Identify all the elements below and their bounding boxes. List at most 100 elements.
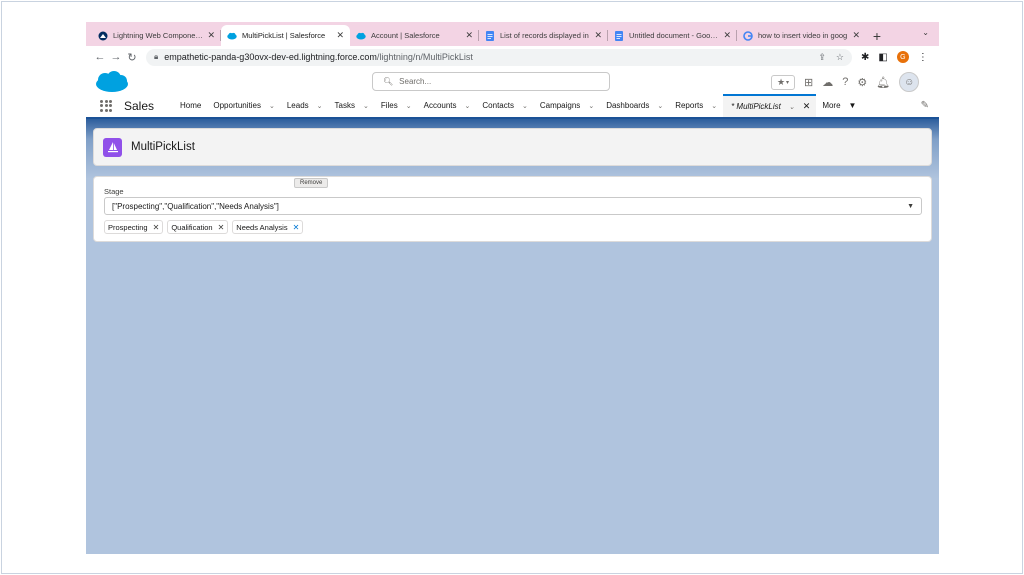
nav-item-reports[interactable]: Reports ⌄ — [669, 94, 723, 117]
browser-tab[interactable]: how to insert video in goog ✕ — [737, 25, 866, 46]
remove-pill-icon[interactable]: ✕ — [153, 223, 160, 232]
caret-down-icon: ▼ — [848, 101, 857, 110]
side-panel-icon[interactable]: ◧ — [878, 52, 887, 63]
remove-pill-icon[interactable]: ✕ — [218, 223, 225, 232]
stage-label: Stage — [104, 187, 124, 196]
salesforce-logo[interactable] — [94, 71, 130, 93]
global-actions-plus-icon[interactable]: ⊞ — [804, 76, 813, 89]
docs-icon — [614, 30, 624, 41]
pill-label: Needs Analysis — [236, 222, 288, 232]
back-arrow-icon[interactable]: ← — [92, 51, 108, 63]
notifications-bell-icon[interactable]: 🔔︎ — [876, 76, 890, 89]
chevron-down-icon[interactable]: ⌄ — [269, 102, 275, 110]
tab-close-icon[interactable]: ✕ — [336, 30, 344, 41]
salesforce-cloud-icon — [356, 31, 366, 41]
page-header: MultiPickList — [93, 128, 932, 166]
chevron-down-icon[interactable]: ⌄ — [522, 102, 528, 110]
browser-window: Lightning Web Components ✕ MultiPickList… — [86, 22, 939, 554]
nav-item-opportunities[interactable]: Opportunities ⌄ — [207, 94, 280, 117]
browser-tab[interactable]: Lightning Web Components ✕ — [92, 25, 221, 46]
combobox-value: ["Prospecting","Qualification","Needs An… — [112, 201, 279, 211]
pill: Qualification ✕ — [167, 220, 229, 234]
lock-icon: 🔒︎ — [154, 52, 159, 61]
reload-icon[interactable]: ↻ — [124, 51, 140, 64]
app-name: Sales — [124, 98, 155, 113]
browser-tab[interactable]: Account | Salesforce ✕ — [350, 25, 479, 46]
chevron-down-icon[interactable]: ⌄ — [657, 102, 663, 110]
app-launcher-icon[interactable] — [100, 99, 112, 112]
tab-title: how to insert video in goog — [758, 31, 848, 40]
pill: Needs Analysis ✕ — [232, 220, 304, 234]
nav-item-campaigns[interactable]: Campaigns ⌄ — [534, 94, 600, 117]
global-search-input[interactable]: 🔍︎ Search... — [372, 72, 610, 91]
sailboat-icon — [103, 137, 122, 157]
user-avatar[interactable]: ☺ — [899, 72, 920, 92]
pill-label: Prospecting — [108, 222, 148, 232]
chevron-down-icon[interactable]: ⌄ — [317, 102, 323, 110]
pill: Prospecting ✕ — [104, 220, 164, 234]
tab-title: Lightning Web Components — [113, 31, 204, 40]
address-bar: ← → ↻ 🔒︎ empathetic-panda-g30ovx-dev-ed.… — [86, 46, 939, 68]
pill-label: Qualification — [171, 222, 213, 232]
share-icon[interactable]: ⇪ — [818, 52, 826, 63]
salesforce-cloud-icon — [227, 31, 237, 41]
chevron-down-icon[interactable]: ⌄ — [789, 103, 795, 111]
chevron-down-icon[interactable]: ⌄ — [363, 102, 369, 110]
salesforce-global-header: 🔍︎ Search... ★ ▾ ⊞ ☁ ? ⚙ 🔔︎ ☺ — [86, 68, 939, 94]
nav-item-tasks[interactable]: Tasks ⌄ — [329, 94, 375, 117]
chevron-down-icon[interactable]: ⌄ — [588, 102, 594, 110]
browser-tab-active[interactable]: MultiPickList | Salesforce ✕ — [221, 25, 350, 46]
browser-tab[interactable]: List of records displayed in ✕ — [479, 25, 608, 46]
chevron-down-icon[interactable]: ⌄ — [406, 102, 412, 110]
new-tab-button[interactable]: + — [866, 25, 888, 46]
nav-item-accounts[interactable]: Accounts ⌄ — [418, 94, 477, 117]
edit-pencil-icon[interactable]: ✎ — [921, 100, 929, 111]
search-placeholder: Search... — [399, 77, 432, 86]
nav-item-multipicklist[interactable]: * MultiPickList ⌄ ✕ — [723, 94, 817, 117]
nav-item-files[interactable]: Files ⌄ — [375, 94, 418, 117]
browser-tab[interactable]: Untitled document - Google ✕ — [608, 25, 737, 46]
nav-more-menu[interactable]: More ▼ — [816, 94, 862, 117]
tab-close-icon[interactable]: ✕ — [594, 30, 602, 41]
chevron-down-icon[interactable]: ⌄ — [711, 102, 717, 110]
bookmark-star-icon[interactable]: ☆ — [836, 52, 844, 63]
tab-close-icon[interactable]: ✕ — [852, 30, 860, 41]
profile-avatar[interactable]: G — [896, 51, 909, 63]
url-domain: empathetic-panda-g30ovx-dev-ed.lightning… — [164, 52, 377, 62]
nav-item-contacts[interactable]: Contacts ⌄ — [476, 94, 533, 117]
url-input[interactable]: 🔒︎ empathetic-panda-g30ovx-dev-ed.lightn… — [146, 48, 852, 66]
tab-close-icon[interactable]: ✕ — [207, 30, 215, 41]
docs-icon — [485, 30, 495, 41]
tab-close-icon[interactable]: ✕ — [465, 30, 473, 41]
page-content: MultiPickList Stage ["Prospecting","Qual… — [86, 119, 939, 554]
search-icon: 🔍︎ — [383, 77, 394, 86]
trailhead-icon — [98, 31, 108, 41]
forward-arrow-icon[interactable]: → — [108, 51, 124, 63]
help-icon[interactable]: ? — [842, 76, 848, 88]
app-navigation-bar: Sales Home Opportunities ⌄ Leads ⌄ Tasks ⌄ … — [86, 94, 939, 119]
favorites-button[interactable]: ★ ▾ — [771, 74, 795, 90]
tab-search-chevron-icon[interactable]: ⌄ — [922, 28, 929, 37]
caret-down-icon[interactable]: ▼ — [907, 203, 914, 210]
google-icon — [743, 30, 753, 41]
tab-title: Untitled document - Google — [629, 31, 720, 40]
page-title: MultiPickList — [131, 141, 195, 153]
setup-gear-icon[interactable]: ⚙ — [857, 76, 867, 89]
tab-title: Account | Salesforce — [371, 31, 440, 40]
extensions-puzzle-icon[interactable]: ✱ — [861, 52, 869, 63]
nav-item-dashboards[interactable]: Dashboards ⌄ — [600, 94, 669, 117]
browser-menu-icon[interactable]: ⋮ — [918, 52, 928, 63]
tab-title: List of records displayed in — [500, 31, 589, 40]
browser-tab-bar: Lightning Web Components ✕ MultiPickList… — [86, 22, 939, 46]
nav-item-home[interactable]: Home — [174, 94, 207, 117]
selected-pills: Prospecting ✕ Qualification ✕ Needs Anal… — [104, 220, 304, 234]
chevron-down-icon: ▾ — [786, 79, 790, 86]
star-icon: ★ — [776, 76, 786, 87]
trailhead-cloud-icon[interactable]: ☁ — [822, 76, 833, 89]
stage-combobox[interactable]: ["Prospecting","Qualification","Needs An… — [104, 197, 922, 215]
nav-item-leads[interactable]: Leads ⌄ — [281, 94, 329, 117]
close-tab-icon[interactable]: ✕ — [803, 101, 811, 112]
chevron-down-icon[interactable]: ⌄ — [465, 102, 471, 110]
remove-pill-icon[interactable]: ✕ — [293, 223, 300, 232]
tab-close-icon[interactable]: ✕ — [723, 30, 731, 41]
